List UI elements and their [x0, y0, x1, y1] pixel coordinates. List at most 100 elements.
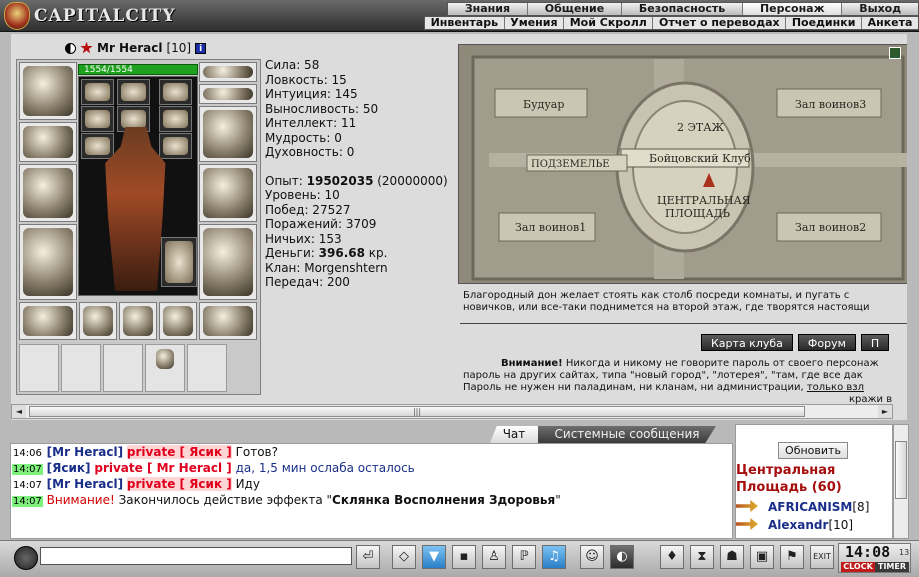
- potion-slot-1[interactable]: [81, 79, 114, 105]
- menu-exit[interactable]: Выход: [842, 3, 918, 15]
- online-user[interactable]: Alexandr[10]: [736, 517, 892, 533]
- offhand-slot[interactable]: [199, 164, 257, 222]
- refresh-button[interactable]: Обновить: [778, 442, 848, 459]
- online-user[interactable]: AFRICANISM[8]: [736, 499, 892, 515]
- menu-knowledge[interactable]: Знания: [448, 3, 528, 15]
- map-toggle-icon[interactable]: [889, 47, 901, 59]
- map-label-central-2[interactable]: ПЛОЩАДЬ: [665, 207, 731, 220]
- more-button[interactable]: П: [860, 334, 890, 351]
- inventory-icon[interactable]: ☗: [720, 545, 744, 569]
- rune-slot-1[interactable]: [119, 302, 157, 340]
- potion-slot-6[interactable]: [159, 106, 192, 132]
- map-label-budoar[interactable]: Будуар: [523, 98, 564, 111]
- legs-slot[interactable]: [199, 224, 257, 300]
- gloves-slot[interactable]: [79, 302, 117, 340]
- location-description: Благородный дон желает стоять как столб …: [463, 290, 870, 313]
- location-map[interactable]: Будуар Зал воинов3 2 ЭТАЖ Бойцовский Клу…: [458, 44, 907, 284]
- clock-tab[interactable]: CLOCK: [841, 562, 875, 572]
- helmet-icon[interactable]: ◐: [610, 545, 634, 569]
- person-icon[interactable]: ♙: [482, 545, 506, 569]
- potion-slot-8[interactable]: [159, 133, 192, 159]
- armor-slot[interactable]: [19, 224, 77, 300]
- bag-slot-5[interactable]: [187, 344, 227, 392]
- tab-chat[interactable]: Чат: [490, 426, 538, 443]
- amulet-slot[interactable]: [199, 84, 257, 104]
- submenu-fights[interactable]: Поединки: [786, 17, 863, 29]
- pet-slot[interactable]: [161, 237, 197, 287]
- menu-communication[interactable]: Общение: [528, 3, 623, 15]
- chat-nick[interactable]: [Mr Heracl]: [47, 477, 123, 491]
- helmet-slot[interactable]: [19, 62, 77, 120]
- logo[interactable]: CAPITALCITY: [4, 2, 180, 30]
- map-label-warriors1[interactable]: Зал воинов1: [515, 221, 586, 234]
- chat-private[interactable]: private [ Mr Heracl ]: [94, 461, 231, 475]
- menu-security[interactable]: Безопасность: [622, 3, 744, 15]
- exit-button[interactable]: EXIT: [810, 545, 834, 569]
- chat-nick[interactable]: [Ясик]: [47, 461, 91, 475]
- eraser-icon[interactable]: ◇: [392, 545, 416, 569]
- scroll-left-icon[interactable]: ◄: [12, 405, 26, 418]
- boots-slot[interactable]: [199, 302, 257, 340]
- scroll-right-icon[interactable]: ►: [878, 405, 892, 418]
- tab-system-messages[interactable]: Системные сообщения: [538, 426, 716, 443]
- scroll-thumb[interactable]: [895, 441, 907, 499]
- map-label-central-1[interactable]: ЦЕНТРАЛЬНАЯ: [657, 194, 751, 207]
- rank-star-icon[interactable]: [80, 41, 93, 54]
- text-size-icon[interactable]: ℙ: [512, 545, 536, 569]
- map-label-dungeon[interactable]: ПОДЗЕМЕЛЬЕ: [531, 159, 610, 170]
- chat-nick[interactable]: [Mr Heracl]: [47, 445, 123, 459]
- belt-slot[interactable]: [19, 302, 77, 340]
- rings-slot[interactable]: [199, 106, 257, 162]
- hourglass-icon[interactable]: ⧗: [690, 545, 714, 569]
- potion-slot-2[interactable]: [117, 79, 150, 105]
- send-button[interactable]: ⏎: [356, 545, 380, 569]
- music-icon[interactable]: ♫: [542, 545, 566, 569]
- weapon-slot[interactable]: [19, 164, 77, 222]
- potion-slot-3[interactable]: [159, 79, 192, 105]
- lock-icon[interactable]: ▣: [750, 545, 774, 569]
- private-arrow-icon[interactable]: [736, 500, 758, 512]
- map-label-fight-club[interactable]: Бойцовский Клуб: [649, 152, 751, 165]
- potion-slot-7[interactable]: [81, 133, 114, 159]
- smiley-icon[interactable]: ☺: [580, 545, 604, 569]
- chat-private[interactable]: private [ Ясик ]: [126, 477, 232, 491]
- bag-slot-4[interactable]: [145, 344, 185, 392]
- bag-slot-1[interactable]: [19, 344, 59, 392]
- map-label-warriors2[interactable]: Зал воинов2: [795, 221, 866, 234]
- character-avatar[interactable]: [78, 76, 198, 296]
- chat-input[interactable]: [40, 547, 352, 565]
- submenu-skills[interactable]: Умения: [505, 17, 565, 29]
- rune-slot-2[interactable]: [159, 302, 197, 340]
- bag-slot-3[interactable]: [103, 344, 143, 392]
- potion-slot-4[interactable]: [81, 106, 114, 132]
- save-icon[interactable]: ▪: [452, 545, 476, 569]
- chat-line: 14:07 Внимание! Закончилось действие эфф…: [12, 493, 561, 507]
- scroll-thumb[interactable]: |||: [29, 406, 805, 417]
- bottle-icon[interactable]: ♦: [660, 545, 684, 569]
- filter-icon[interactable]: ▼: [422, 545, 446, 569]
- warning-link[interactable]: только взл: [807, 382, 864, 393]
- submenu-transfer-report[interactable]: Отчет о переводах: [653, 17, 787, 29]
- alignment-icon[interactable]: [65, 42, 76, 54]
- crest-icon: [4, 2, 30, 30]
- club-map-button[interactable]: Карта клуба: [701, 334, 793, 351]
- speaker-icon[interactable]: [14, 546, 38, 570]
- forum-button[interactable]: Форум: [797, 334, 856, 351]
- info-icon[interactable]: i: [195, 42, 207, 54]
- chat-private[interactable]: private [ Ясик ]: [126, 445, 232, 459]
- private-arrow-icon[interactable]: [736, 518, 758, 530]
- map-label-warriors3[interactable]: Зал воинов3: [795, 98, 866, 111]
- flag-icon[interactable]: ⚑: [780, 545, 804, 569]
- earring-slot[interactable]: [199, 62, 257, 82]
- stat-wins: Побед: 27527: [265, 202, 351, 217]
- menu-character[interactable]: Персонаж: [743, 3, 843, 15]
- timer-tab[interactable]: TIMER: [875, 562, 909, 572]
- horizontal-scrollbar[interactable]: ◄ ||| ►: [11, 404, 893, 419]
- submenu-profile[interactable]: Анкета: [862, 17, 918, 29]
- bracers-slot[interactable]: [19, 122, 77, 162]
- submenu-inventory[interactable]: Инвентарь: [425, 17, 505, 29]
- bag-slot-2[interactable]: [61, 344, 101, 392]
- submenu-my-scroll[interactable]: Мой Скролл: [564, 17, 654, 29]
- online-scrollbar[interactable]: [893, 424, 909, 539]
- map-label-floor2[interactable]: 2 ЭТАЖ: [677, 121, 725, 134]
